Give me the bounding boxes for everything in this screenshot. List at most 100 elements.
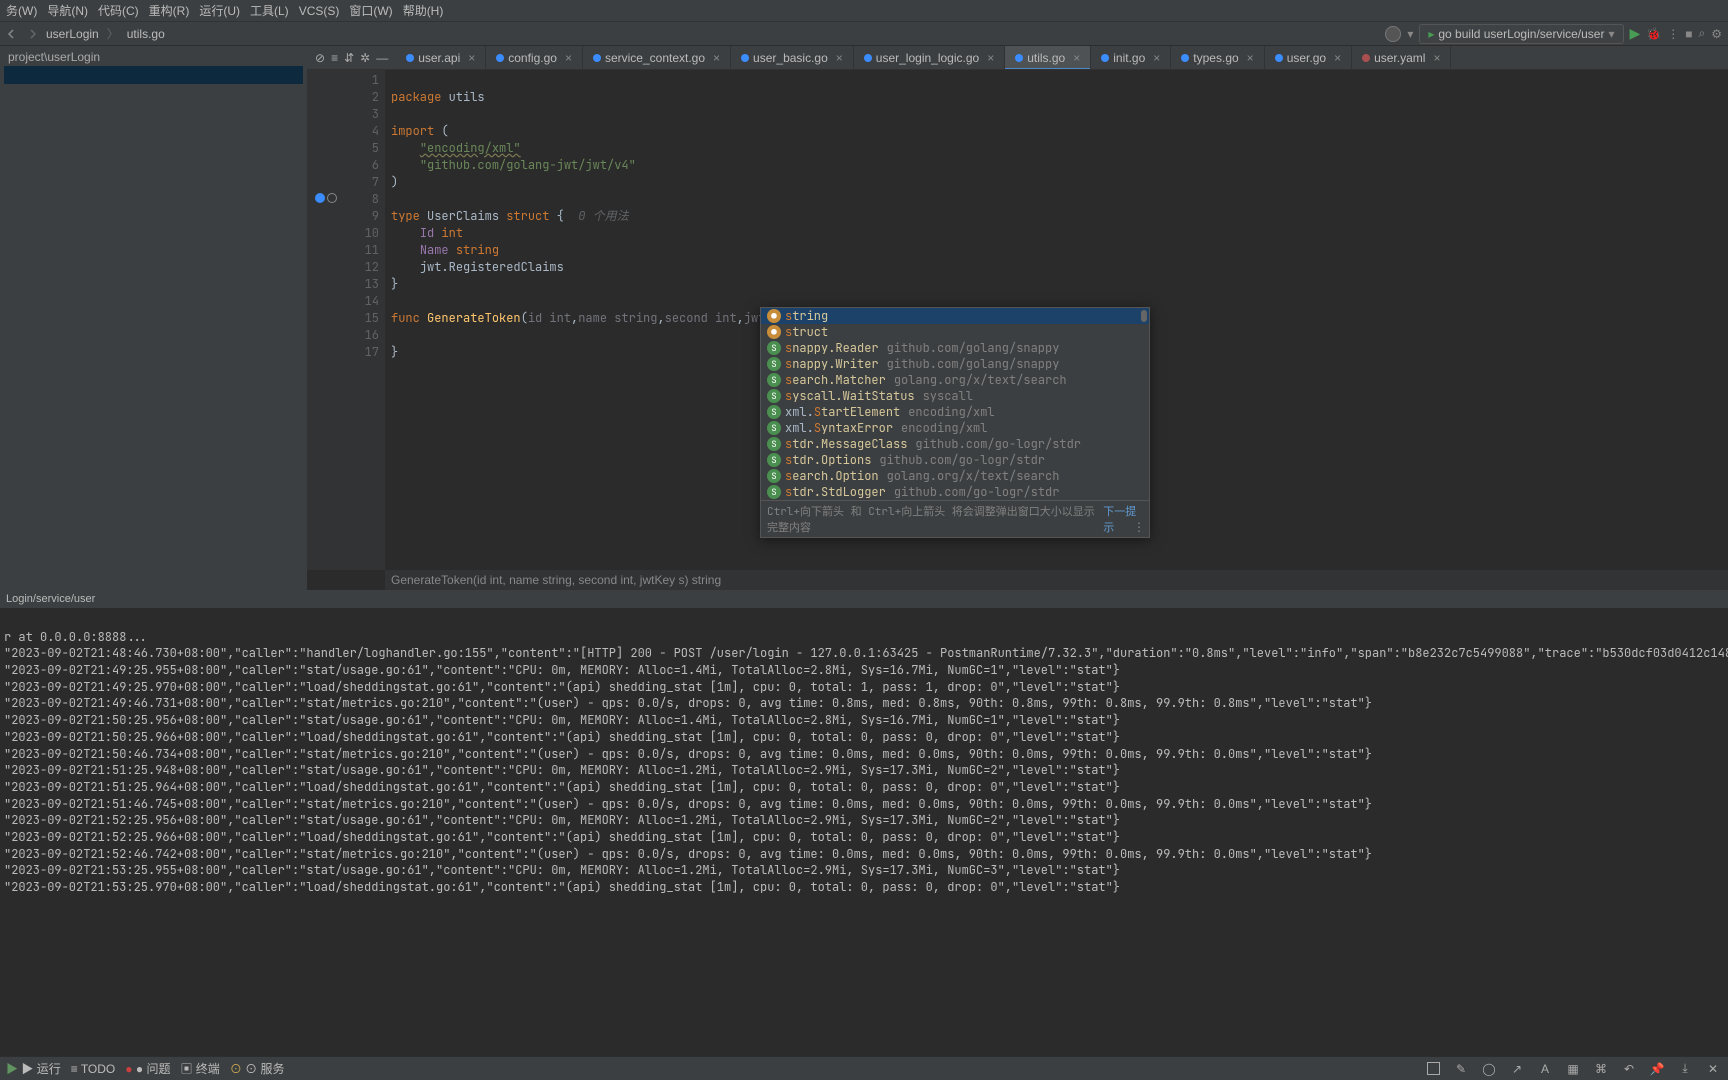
tree-item-selected[interactable] (4, 66, 303, 84)
menu-item[interactable]: 重构(R) (149, 2, 190, 19)
tool-icon[interactable] (1424, 1060, 1442, 1078)
autocomplete-item[interactable]: ●string (761, 308, 1149, 324)
tab-types-go[interactable]: types.go× (1171, 46, 1264, 69)
tab-user-api[interactable]: user.api× (396, 46, 486, 69)
run-tool-title[interactable]: Login/service/user (0, 590, 1728, 608)
close-tab-icon[interactable]: × (987, 51, 994, 65)
arrow-icon[interactable]: ↗ (1508, 1060, 1526, 1078)
autocomplete-menu-icon[interactable]: ⋮ (1133, 519, 1145, 535)
tab-user-go[interactable]: user.go× (1265, 46, 1352, 69)
line-number[interactable]: 9 (345, 208, 379, 225)
close-tab-icon[interactable]: × (1247, 51, 1254, 65)
status-services[interactable]: ⊙ ⊙ 服务 (230, 1060, 285, 1077)
tab-user_basic-go[interactable]: user_basic.go× (731, 46, 854, 69)
autocomplete-item[interactable]: Sxml.SyntaxErrorencoding/xml (761, 420, 1149, 436)
text-icon[interactable]: A (1536, 1060, 1554, 1078)
autocomplete-item[interactable]: Sstdr.MessageClassgithub.com/go-logr/std… (761, 436, 1149, 452)
tab-user-yaml[interactable]: user.yaml× (1352, 46, 1451, 69)
close-icon[interactable]: ✕ (1704, 1060, 1722, 1078)
tab-user_login_logic-go[interactable]: user_login_logic.go× (854, 46, 1005, 69)
chevron-down-icon[interactable]: ▾ (1407, 27, 1413, 41)
close-tab-icon[interactable]: × (1433, 51, 1440, 65)
autocomplete-item[interactable]: ●struct (761, 324, 1149, 340)
menu-item[interactable]: 代码(C) (98, 2, 139, 19)
autocomplete-item[interactable]: Sstdr.StdLoggergithub.com/go-logr/stdr (761, 484, 1149, 500)
blur-icon[interactable]: ▦ (1564, 1060, 1582, 1078)
save-icon[interactable]: ⤓ (1676, 1060, 1694, 1078)
close-tab-icon[interactable]: × (1153, 51, 1160, 65)
search-icon[interactable]: ⌕ (1699, 26, 1706, 41)
line-number[interactable]: 15 (345, 310, 379, 327)
pin-icon[interactable]: 📌 (1648, 1060, 1666, 1078)
status-terminal[interactable]: ▣ 终端 (180, 1060, 219, 1077)
status-todo[interactable]: ≡ TODO (71, 1062, 116, 1076)
terminal-output[interactable]: r at 0.0.0.0:8888..."2023-09-02T21:48:46… (0, 608, 1728, 1056)
menu-item[interactable]: 务(W) (6, 2, 37, 19)
menu-item[interactable]: 工具(L) (250, 2, 289, 19)
autocomplete-item[interactable]: Ssearch.Matchergolang.org/x/text/search (761, 372, 1149, 388)
expand-icon[interactable]: ≡ (331, 51, 338, 65)
more-icon[interactable]: — (376, 51, 388, 65)
circle-icon[interactable]: ◯ (1480, 1060, 1498, 1078)
status-problems[interactable]: ● ● 问题 (125, 1060, 170, 1077)
autocomplete-item[interactable]: Ssearch.Optiongolang.org/x/text/search (761, 468, 1149, 484)
line-number[interactable]: 6 (345, 157, 379, 174)
line-number[interactable]: 3 (345, 106, 379, 123)
line-number[interactable]: 13 (345, 276, 379, 293)
run-button[interactable]: ▶ (1630, 25, 1641, 42)
autocomplete-item[interactable]: Ssnappy.Writergithub.com/golang/snappy (761, 356, 1149, 372)
project-root[interactable]: project\userLogin (4, 48, 303, 66)
struct-gutter-icon[interactable] (315, 193, 325, 203)
usage-gutter-icon[interactable] (327, 193, 337, 203)
tab-service_context-go[interactable]: service_context.go× (583, 46, 731, 69)
user-avatar[interactable] (1385, 26, 1401, 42)
line-number[interactable]: 8 (345, 191, 379, 208)
close-tab-icon[interactable]: × (468, 51, 475, 65)
line-number[interactable]: 11 (345, 242, 379, 259)
tab-config-go[interactable]: config.go× (486, 46, 583, 69)
line-number[interactable]: 16 (345, 327, 379, 344)
menu-item[interactable]: 窗口(W) (349, 2, 392, 19)
line-number[interactable]: 5 (345, 140, 379, 157)
menu-item[interactable]: 帮助(H) (403, 2, 444, 19)
more-actions-icon[interactable]: ⋮ (1667, 27, 1679, 41)
close-tab-icon[interactable]: × (565, 51, 572, 65)
line-number[interactable]: 7 (345, 174, 379, 191)
debug-button[interactable]: 🐞 (1646, 27, 1661, 41)
split-icon[interactable]: ⇵ (344, 51, 354, 65)
line-number[interactable]: 14 (345, 293, 379, 310)
breadcrumb-project[interactable]: userLogin (46, 27, 99, 41)
forward-arrow-icon[interactable] (26, 28, 38, 40)
menu-item[interactable]: 运行(U) (199, 2, 240, 19)
edit-icon[interactable]: ✎ (1452, 1060, 1470, 1078)
close-tab-icon[interactable]: × (713, 51, 720, 65)
editor-breadcrumb[interactable]: GenerateToken(id int, name string, secon… (385, 570, 1728, 590)
stop-button[interactable]: ■ (1685, 27, 1692, 41)
undo-icon[interactable]: ↶ (1620, 1060, 1638, 1078)
tab-utils-go[interactable]: utils.go× (1005, 46, 1091, 69)
autocomplete-item[interactable]: Ssyscall.WaitStatussyscall (761, 388, 1149, 404)
autocomplete-item[interactable]: Sxml.StartElementencoding/xml (761, 404, 1149, 420)
close-tab-icon[interactable]: × (1334, 51, 1341, 65)
autocomplete-item[interactable]: Ssnappy.Readergithub.com/golang/snappy (761, 340, 1149, 356)
breadcrumb-file[interactable]: utils.go (127, 27, 165, 41)
tag-icon[interactable]: ⌘ (1592, 1060, 1610, 1078)
line-number[interactable]: 12 (345, 259, 379, 276)
usage-hint[interactable]: 0 个用法 (564, 208, 629, 224)
menu-item[interactable]: VCS(S) (299, 4, 340, 18)
close-tab-icon[interactable]: × (1073, 51, 1080, 65)
line-number[interactable]: 17 (345, 344, 379, 361)
back-arrow-icon[interactable] (6, 28, 18, 40)
line-number[interactable]: 1 (345, 72, 379, 89)
close-tab-icon[interactable]: × (836, 51, 843, 65)
menu-item[interactable]: 导航(N) (47, 2, 88, 19)
autocomplete-scrollbar[interactable] (1141, 310, 1147, 322)
status-run[interactable]: ▶ ▶ 运行 (6, 1060, 61, 1077)
line-number[interactable]: 4 (345, 123, 379, 140)
tab-init-go[interactable]: init.go× (1091, 46, 1171, 69)
settings-icon[interactable]: ⚙ (1711, 27, 1722, 41)
autocomplete-item[interactable]: Sstdr.Optionsgithub.com/go-logr/stdr (761, 452, 1149, 468)
line-number[interactable]: 10 (345, 225, 379, 242)
line-number[interactable]: 2 (345, 89, 379, 106)
run-configuration[interactable]: ▸ go build userLogin/service/user ▾ (1419, 24, 1623, 44)
